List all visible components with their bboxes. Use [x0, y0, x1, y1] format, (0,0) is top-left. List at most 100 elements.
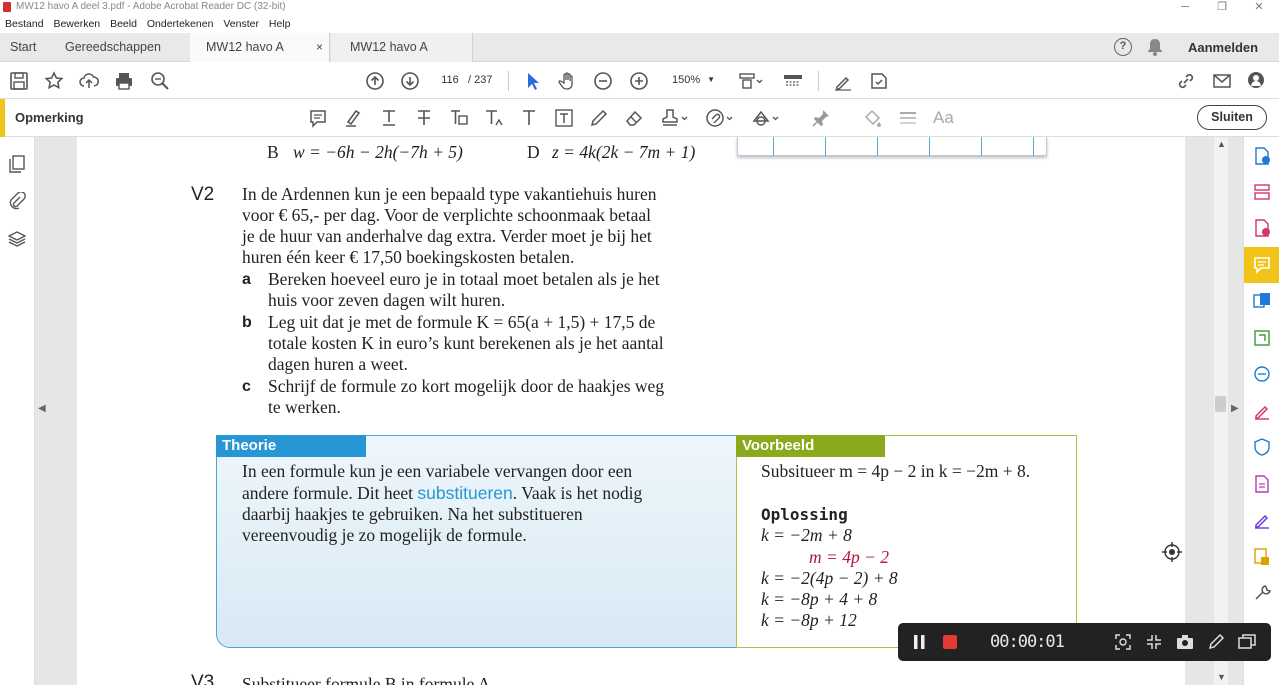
sign-pen-purple-icon[interactable]	[1253, 511, 1271, 529]
pause-icon[interactable]	[914, 635, 926, 649]
eraser-icon[interactable]	[624, 108, 644, 128]
page-thumbnails-icon[interactable]	[8, 155, 26, 173]
shapes-icon[interactable]	[751, 108, 781, 128]
export-pdf-icon[interactable]	[1253, 219, 1271, 237]
hand-tool-icon[interactable]	[558, 71, 578, 91]
pencil-icon[interactable]	[589, 108, 609, 128]
redact-icon[interactable]	[1253, 475, 1271, 493]
menu-bewerken[interactable]: Bewerken	[53, 15, 100, 33]
stamp-icon[interactable]	[660, 108, 690, 128]
more-tools-icon[interactable]	[1253, 584, 1271, 602]
theory-line-4: vereenvoudig je zo mogelijk de formule.	[242, 525, 527, 545]
page-number-input[interactable]: 116	[435, 70, 465, 90]
page-fit-icon[interactable]	[738, 71, 764, 91]
picture-in-picture-icon[interactable]	[1238, 633, 1256, 651]
collapse-left-arrow[interactable]: ◀	[38, 403, 46, 414]
menu-venster[interactable]: Venster	[223, 15, 259, 33]
print-icon[interactable]	[114, 71, 134, 91]
recording-timer: 00:00:01	[990, 632, 1065, 652]
scroll-up-arrow[interactable]: ▲	[1217, 139, 1226, 149]
scroll-down-arrow[interactable]: ▼	[1217, 672, 1226, 682]
minimize-recorder-icon[interactable]	[1145, 633, 1163, 651]
fill-sign-icon[interactable]	[1253, 402, 1271, 420]
menu-beeld[interactable]: Beeld	[110, 15, 137, 33]
create-pdf-icon[interactable]	[1253, 147, 1271, 165]
title-bar: MW12 havo A deel 3.pdf - Adobe Acrobat R…	[0, 0, 1279, 15]
send-for-review-icon[interactable]	[1253, 548, 1271, 566]
zoom-in-icon[interactable]	[629, 71, 649, 91]
exercise-v3-label: V3	[191, 672, 215, 685]
tab-document-active[interactable]: MW12 havo A deel... ×	[190, 33, 330, 83]
bell-icon[interactable]	[1147, 38, 1163, 56]
add-user-icon[interactable]	[1247, 71, 1267, 91]
document-viewport[interactable]: ◀ ▶ B w = −6h − 2h(−7h + 5) D z = 4k(2k …	[35, 137, 1243, 685]
page-up-icon[interactable]	[365, 71, 385, 91]
stop-recording-button[interactable]	[943, 635, 957, 649]
sign-pen-icon[interactable]	[833, 71, 853, 91]
line-style-icon[interactable]	[898, 108, 918, 128]
theory-line-1: In een formule kun je een variabele verv…	[242, 461, 633, 481]
attachments-icon[interactable]	[8, 191, 26, 210]
underline-text-icon[interactable]	[379, 108, 399, 128]
combine-files-icon[interactable]	[1253, 292, 1271, 310]
zoom-out-icon[interactable]	[593, 71, 613, 91]
solution-title: Oplossing	[761, 505, 848, 524]
camera-icon[interactable]	[1176, 633, 1194, 651]
draw-pen-icon[interactable]	[1207, 633, 1225, 651]
sign-in-link[interactable]: Aanmelden	[1188, 33, 1258, 62]
edit-pdf-icon[interactable]	[1253, 329, 1271, 347]
text-box-icon[interactable]	[554, 108, 574, 128]
zoom-level-select[interactable]: 150% ▼	[665, 70, 720, 90]
protect-shield-icon[interactable]	[1253, 438, 1271, 456]
chevron-down-icon: ▼	[707, 75, 715, 84]
v2-line-2: voor € 65,- per dag. Voor de verplichte …	[242, 205, 652, 225]
solution-step-4: k = −8p + 4 + 8	[761, 589, 878, 609]
layers-icon[interactable]	[7, 230, 27, 248]
tab-document-2[interactable]: MW12 havo A deel...	[331, 33, 473, 83]
scan-ocr-icon[interactable]	[1253, 365, 1271, 383]
collapse-right-arrow[interactable]: ▶	[1231, 403, 1239, 414]
tab-close-button[interactable]: ×	[316, 33, 323, 62]
tab-start[interactable]: Start	[0, 33, 52, 62]
restore-button[interactable]: ❐	[1207, 0, 1237, 15]
cloud-upload-icon[interactable]	[79, 71, 99, 91]
bookmark-star-icon[interactable]	[44, 71, 64, 91]
option-b-expression: w = −6h − 2h(−7h + 5)	[293, 142, 463, 162]
organize-pages-icon[interactable]	[1253, 183, 1271, 201]
attach-file-icon[interactable]	[705, 108, 735, 128]
save-icon[interactable]	[9, 71, 29, 91]
search-icon[interactable]	[150, 71, 170, 91]
scrollbar-thumb[interactable]	[1215, 396, 1226, 412]
scroll-mode-icon[interactable]	[783, 71, 803, 91]
menu-bestand[interactable]: Bestand	[5, 15, 44, 33]
page-down-icon[interactable]	[400, 71, 420, 91]
menu-help[interactable]: Help	[269, 15, 291, 33]
highlight-icon[interactable]	[343, 108, 363, 128]
share-link-icon[interactable]	[1176, 71, 1196, 91]
tab-tools[interactable]: Gereedschappen	[55, 33, 180, 62]
fill-color-icon[interactable]	[863, 108, 883, 128]
solution-step-1: k = −2m + 8	[761, 525, 852, 545]
theory-header: Theorie	[216, 435, 366, 457]
email-icon[interactable]	[1212, 71, 1232, 91]
strikethrough-icon[interactable]	[414, 108, 434, 128]
close-window-button[interactable]: ✕	[1244, 0, 1274, 15]
add-text-icon[interactable]	[519, 108, 539, 128]
menu-ondertekenen[interactable]: Ondertekenen	[147, 15, 214, 33]
capture-region-icon[interactable]	[1114, 633, 1132, 651]
select-cursor-icon[interactable]	[523, 71, 543, 91]
comment-tool-icon[interactable]	[1253, 256, 1271, 274]
replace-text-icon[interactable]	[449, 108, 469, 128]
toolbar-divider	[508, 71, 509, 91]
send-sign-icon[interactable]	[869, 71, 889, 91]
minimize-button[interactable]: ─	[1170, 0, 1200, 15]
sticky-note-icon[interactable]	[308, 108, 328, 128]
theory-line-2-start: andere formule. Dit heet	[242, 483, 418, 503]
insert-text-icon[interactable]	[484, 108, 504, 128]
question-c-line-2: te werken.	[268, 397, 341, 417]
v2-line-1: In de Ardennen kun je een bepaald type v…	[242, 184, 657, 204]
help-icon[interactable]: ?	[1114, 38, 1132, 56]
text-properties-icon[interactable]: Aa	[933, 108, 957, 128]
pin-icon[interactable]	[811, 108, 831, 128]
close-comment-button[interactable]: Sluiten	[1197, 105, 1267, 130]
